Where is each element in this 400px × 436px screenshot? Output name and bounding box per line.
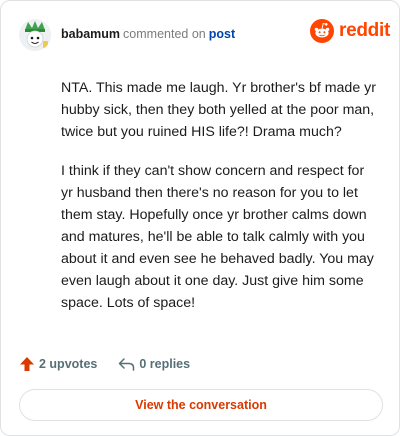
- post-link[interactable]: post: [209, 27, 235, 41]
- comment-paragraph: NTA. This made me laugh. Yr brother's bf…: [61, 80, 376, 140]
- reddit-logo-text: reddit: [339, 20, 390, 41]
- comment-body: NTA. This made me laugh. Yr brother's bf…: [61, 77, 379, 331]
- upvote-icon: [20, 357, 34, 371]
- avatar[interactable]: [19, 19, 51, 51]
- comment-footer: 2 upvotes 0 replies: [19, 355, 190, 373]
- comment-paragraph: I think if they can't show concern and r…: [61, 163, 374, 311]
- upvotes-count: 2 upvotes: [39, 357, 98, 371]
- reddit-logo-icon: [310, 19, 334, 43]
- reddit-logo[interactable]: reddit: [310, 19, 390, 43]
- comment-header: babamum commented on post: [61, 26, 235, 42]
- avatar-icon: [19, 19, 51, 51]
- comment-embed-card: babamum commented on post reddit NTA. This…: [0, 0, 400, 436]
- username-link[interactable]: babamum: [61, 27, 120, 41]
- view-conversation-button[interactable]: View the conversation: [19, 389, 383, 421]
- replies-stat[interactable]: 0 replies: [118, 357, 190, 372]
- reply-icon: [119, 357, 135, 371]
- replies-count: 0 replies: [139, 357, 191, 371]
- upvotes-stat[interactable]: 2 upvotes: [19, 356, 97, 372]
- commented-on-text: commented on: [123, 27, 206, 41]
